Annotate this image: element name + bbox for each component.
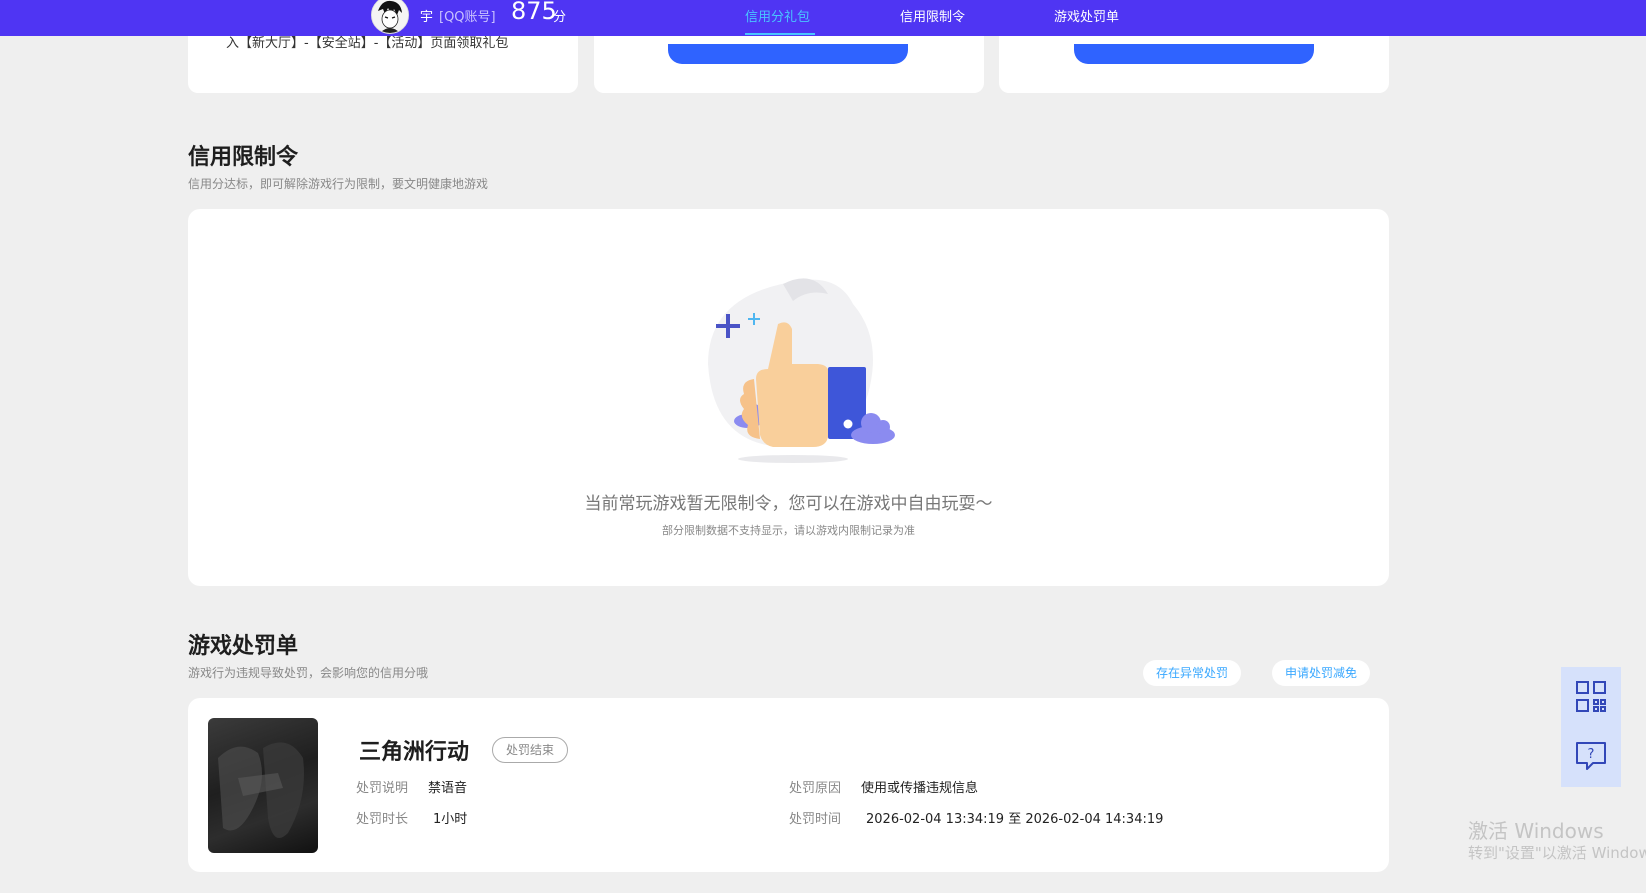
credit-score-unit: 分: [553, 10, 567, 25]
tab-game-penalty[interactable]: 游戏处罚单: [1054, 6, 1119, 25]
gift-card-2-button[interactable]: [668, 44, 908, 64]
help-feedback-button[interactable]: ?: [1561, 727, 1621, 787]
penalty-time-value: 2026-02-04 13:34:19 至 2026-02-04 14:34:1…: [866, 812, 1164, 827]
svg-text:?: ?: [1588, 747, 1595, 762]
game-cover-image: [208, 718, 318, 853]
penalty-desc-label: 处罚说明: [356, 781, 409, 796]
question-chat-icon: ?: [1576, 742, 1606, 770]
credit-score: 875: [511, 0, 557, 25]
penalty-duration-label: 处罚时长: [356, 812, 409, 827]
account-type-tag: [QQ账号]: [439, 10, 496, 25]
penalty-duration-value: 1小时: [433, 812, 468, 827]
qr-code-icon: [1576, 681, 1606, 712]
penalty-reason-label: 处罚原因: [789, 781, 842, 796]
restriction-section-subtitle: 信用分达标，即可解除游戏行为限制，要文明健康地游戏: [188, 177, 489, 191]
user-name: 宇: [420, 10, 434, 25]
penalty-record-card: 三角洲行动 处罚结束 处罚说明 禁语音 处罚时长 1小时 处罚原因 使用或传播违…: [188, 698, 1389, 872]
penalty-time-label: 处罚时间: [789, 812, 842, 827]
penalty-section-subtitle: 游戏行为违规导致处罚，会影响您的信用分哦: [188, 666, 429, 680]
empty-state-message: 当前常玩游戏暂无限制令，您可以在游戏中自由玩耍～: [584, 494, 993, 514]
status-badge: 处罚结束: [492, 737, 569, 763]
report-abnormal-penalty-button[interactable]: 存在异常处罚: [1143, 660, 1242, 686]
gift-card-3-button[interactable]: [1074, 44, 1314, 64]
windows-activation-watermark: 激活 Windows: [1468, 819, 1604, 843]
windows-activation-hint: 转到"设置"以激活 Windows: [1468, 844, 1646, 862]
penalty-reason-value: 使用或传播违规信息: [861, 781, 979, 796]
restriction-panel: 当前常玩游戏暂无限制令，您可以在游戏中自由玩耍～ 部分限制数据不支持显示，请以游…: [188, 209, 1389, 586]
penalty-section-title: 游戏处罚单: [188, 634, 299, 659]
avatar[interactable]: [371, 0, 409, 34]
qr-code-button[interactable]: [1561, 667, 1621, 727]
tab-credit-restriction[interactable]: 信用限制令: [900, 6, 965, 25]
active-tab-indicator: [745, 33, 815, 35]
thumbs-up-illustration-icon: [708, 278, 895, 463]
tab-credit-gift[interactable]: 信用分礼包: [745, 6, 810, 25]
restriction-section-title: 信用限制令: [188, 145, 299, 170]
empty-state-note: 部分限制数据不支持显示，请以游戏内限制记录为准: [662, 524, 915, 537]
penalty-desc-value: 禁语音: [428, 781, 468, 796]
game-name: 三角洲行动: [359, 740, 470, 765]
apply-penalty-reduction-button[interactable]: 申请处罚减免: [1272, 660, 1371, 686]
top-nav-bar: 宇 [QQ账号] 875 分 信用分礼包 信用限制令 游戏处罚单: [0, 0, 1646, 36]
